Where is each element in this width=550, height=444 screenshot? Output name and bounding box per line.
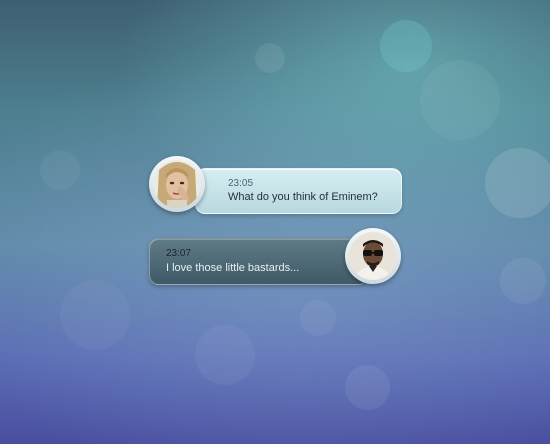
message-timestamp: 23:07 xyxy=(166,248,192,259)
man-portrait-icon xyxy=(349,232,397,280)
man-avatar[interactable] xyxy=(345,228,401,284)
bokeh-light xyxy=(345,365,390,410)
bokeh-light xyxy=(500,258,546,304)
bokeh-light xyxy=(485,148,550,218)
incoming-message-bubble[interactable]: 23:05 What do you think of Eminem? xyxy=(195,168,402,214)
outgoing-message-bubble[interactable]: 23:07 I love those little bastards... xyxy=(149,238,368,285)
bokeh-light xyxy=(60,280,130,350)
bokeh-light xyxy=(195,325,255,385)
bokeh-light xyxy=(40,150,80,190)
woman-avatar[interactable] xyxy=(149,156,205,212)
woman-portrait-icon xyxy=(153,160,201,208)
bokeh-light xyxy=(380,20,432,72)
bokeh-light xyxy=(255,43,285,73)
message-text: I love those little bastards... xyxy=(166,262,300,274)
message-text: What do you think of Eminem? xyxy=(228,191,378,203)
bokeh-light xyxy=(420,60,500,140)
bokeh-light xyxy=(300,300,336,336)
message-timestamp: 23:05 xyxy=(228,178,254,189)
